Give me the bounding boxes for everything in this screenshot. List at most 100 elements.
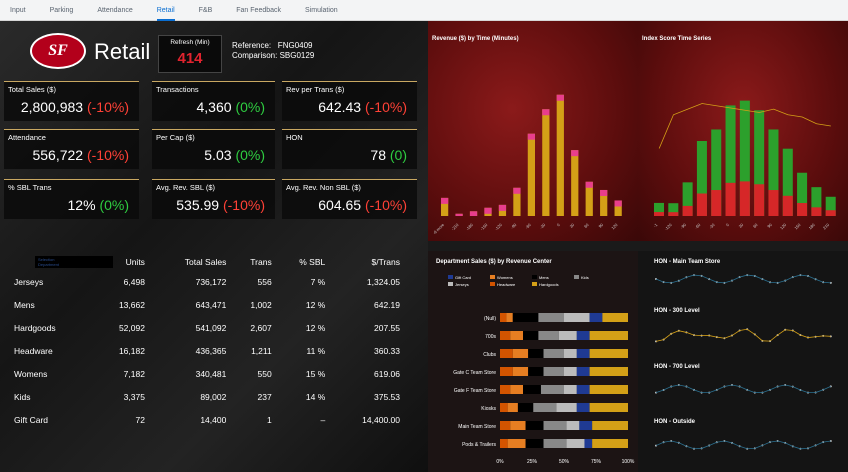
bar-low [739, 181, 750, 216]
kpi-value: 5.03 (0%) [204, 147, 265, 163]
kpi-value: 4,360 (0%) [196, 99, 266, 115]
hon-line [655, 384, 831, 394]
table-cell: 7,182 [123, 368, 145, 379]
table-cell: 340,481 [195, 368, 227, 379]
dept-label: 700s [485, 334, 496, 340]
dept-segment [602, 313, 628, 322]
dept-segment [523, 331, 539, 340]
retail-dashboard-left: SF Retail Refresh (Min) 414 Reference: F… [0, 21, 428, 472]
tab-input[interactable]: Input [10, 0, 26, 21]
tab-parking[interactable]: Parking [50, 0, 74, 21]
table-row[interactable]: Womens 7,182 340,481 550 15 % 619.06 [14, 362, 404, 385]
table-cell: 619.06 [374, 368, 400, 379]
table-row[interactable]: Kids 3,375 89,002 237 14 % 375.53 [14, 385, 404, 408]
tick-label: 90 [597, 222, 604, 229]
table-cell: Jerseys [14, 276, 44, 287]
legend-swatch [448, 275, 453, 279]
tick-label: -90 [679, 222, 687, 230]
dept-segment [589, 349, 628, 358]
legend-swatch [574, 275, 579, 279]
table-cell: 7 % [310, 276, 326, 287]
tab-fb[interactable]: F&B [199, 0, 213, 21]
table-cell: 72 [135, 414, 145, 425]
page-title: Retail [94, 39, 151, 64]
legend-label: Kids [581, 275, 589, 280]
kpi-value: 556,722 (-10%) [32, 147, 129, 163]
bar-low [768, 190, 779, 216]
dept-segment [543, 349, 564, 358]
table-cell: 642.19 [374, 299, 400, 310]
tick-label: 120 [610, 222, 619, 231]
table-cell: Kids [14, 391, 31, 402]
table-row[interactable]: Headware 16,182 436,365 1,211 11 % 360.33 [14, 339, 404, 362]
legend-label: Headware [497, 282, 516, 287]
tick-label: -6 more [432, 222, 446, 236]
dept-segment [589, 367, 628, 376]
dept-segment [538, 331, 559, 340]
table-cell: Womens [14, 368, 48, 379]
tab-attendance[interactable]: Attendance [97, 0, 132, 21]
table-row[interactable]: Jerseys 6,498 736,172 556 7 % 1,324.05 [14, 270, 404, 293]
dept-segment [543, 367, 564, 376]
kpi-card: % SBL Trans 12% (0%) [4, 179, 139, 219]
table-row[interactable]: Hardgoods 52,092 541,092 2,607 12 % 207.55 [14, 316, 404, 339]
table-row[interactable]: Gift Card 72 14,400 1 – 14,400.00 [14, 408, 404, 431]
refresh-value: 414 [177, 50, 203, 67]
legend-label: Womens [497, 275, 513, 280]
bar-top [498, 204, 507, 211]
bar-top [513, 187, 521, 194]
table-cell: 1,002 [250, 299, 272, 310]
table-cell: 556 [257, 276, 272, 287]
dept-segment [528, 367, 544, 376]
bar [527, 133, 535, 216]
table-row[interactable]: Mens 13,662 643,471 1,002 12 % 642.19 [14, 293, 404, 316]
dept-segment [589, 403, 628, 412]
refresh-box: Refresh (Min) 414 [158, 35, 222, 73]
bar-low [725, 182, 736, 216]
legend-label: Jerseys [455, 282, 469, 287]
kpi-card: Per Cap ($) 5.03 (0%) [152, 129, 275, 169]
bar-top [484, 207, 492, 214]
tick-label: 180 [808, 222, 817, 231]
dept-segment [528, 349, 544, 358]
table-header: Trans [250, 257, 272, 267]
table-cell: 2,607 [250, 322, 272, 333]
dept-segment [589, 313, 603, 322]
tab-bar: Input Parking Attendance Retail F&B Fan … [0, 0, 848, 21]
dept-segment [500, 349, 513, 358]
table-header: % SBL [299, 257, 326, 267]
tab-fan-feedback[interactable]: Fan Feedback [236, 0, 281, 21]
dept-segment [543, 421, 567, 430]
legend-swatch [490, 282, 495, 286]
kpi-card: Avg. Rev. Non SBL ($) 604.65 (-10%) [282, 179, 417, 219]
bar-top [527, 133, 535, 140]
tab-retail[interactable]: Retail [156, 0, 175, 21]
dept-label: Clubs [483, 352, 496, 358]
table-cell: 12 % [305, 299, 326, 310]
kpi-card: Rev per Trans ($) 642.43 (-10%) [282, 81, 417, 121]
tick-label: -30 [539, 222, 547, 230]
table-cell: 643,471 [195, 299, 227, 310]
revenue-chart: -6 more -210 -180 -150 -120 -90 -60 -30 0 30 60 90 1… [432, 94, 622, 236]
dept-segment [564, 349, 577, 358]
dept-segment [584, 439, 593, 448]
tick-label: 150 [793, 222, 802, 231]
kpi-label: Attendance [8, 133, 46, 142]
dept-segment [589, 385, 628, 394]
dept-segment [540, 385, 564, 394]
bar-top [455, 213, 463, 216]
legend-label: Gift Card [455, 275, 471, 280]
table-cell: 13,662 [118, 299, 145, 310]
bar-low [797, 203, 808, 216]
dept-segment [576, 385, 590, 394]
x-tick: 100% [622, 459, 635, 465]
tab-simulation[interactable]: Simulation [305, 0, 338, 21]
dept-segment [592, 421, 628, 430]
dept-segment [507, 439, 526, 448]
dept-segment [592, 439, 628, 448]
kpi-label: Avg. Rev. SBL ($) [156, 183, 216, 192]
tick-label: 30 [738, 222, 745, 229]
dept-chart: Gift Card Womens Mens Kids Jerseys Headware Ha… [448, 275, 635, 465]
dept-segment [510, 385, 524, 394]
tick-label: -120 [494, 222, 504, 232]
